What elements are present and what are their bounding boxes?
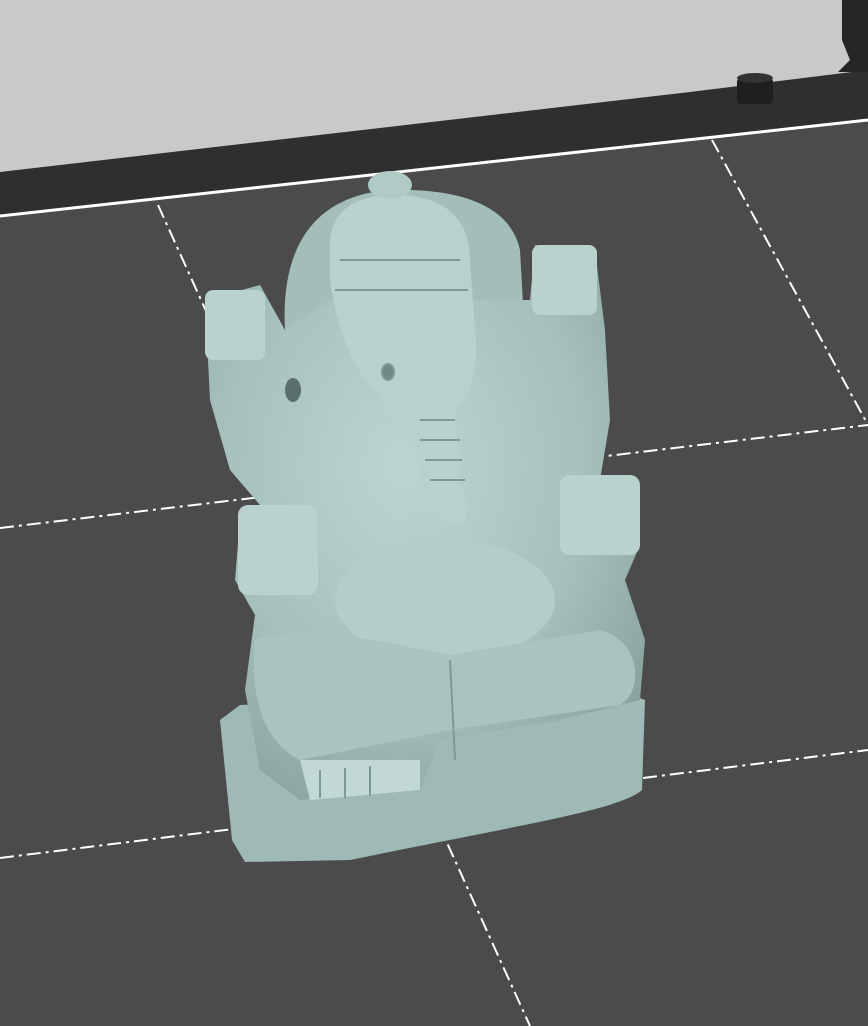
model-topknot (368, 171, 412, 199)
3d-viewport[interactable] (0, 0, 868, 1026)
model-shadow-hole-left (285, 378, 301, 402)
plate-knob (737, 73, 773, 104)
